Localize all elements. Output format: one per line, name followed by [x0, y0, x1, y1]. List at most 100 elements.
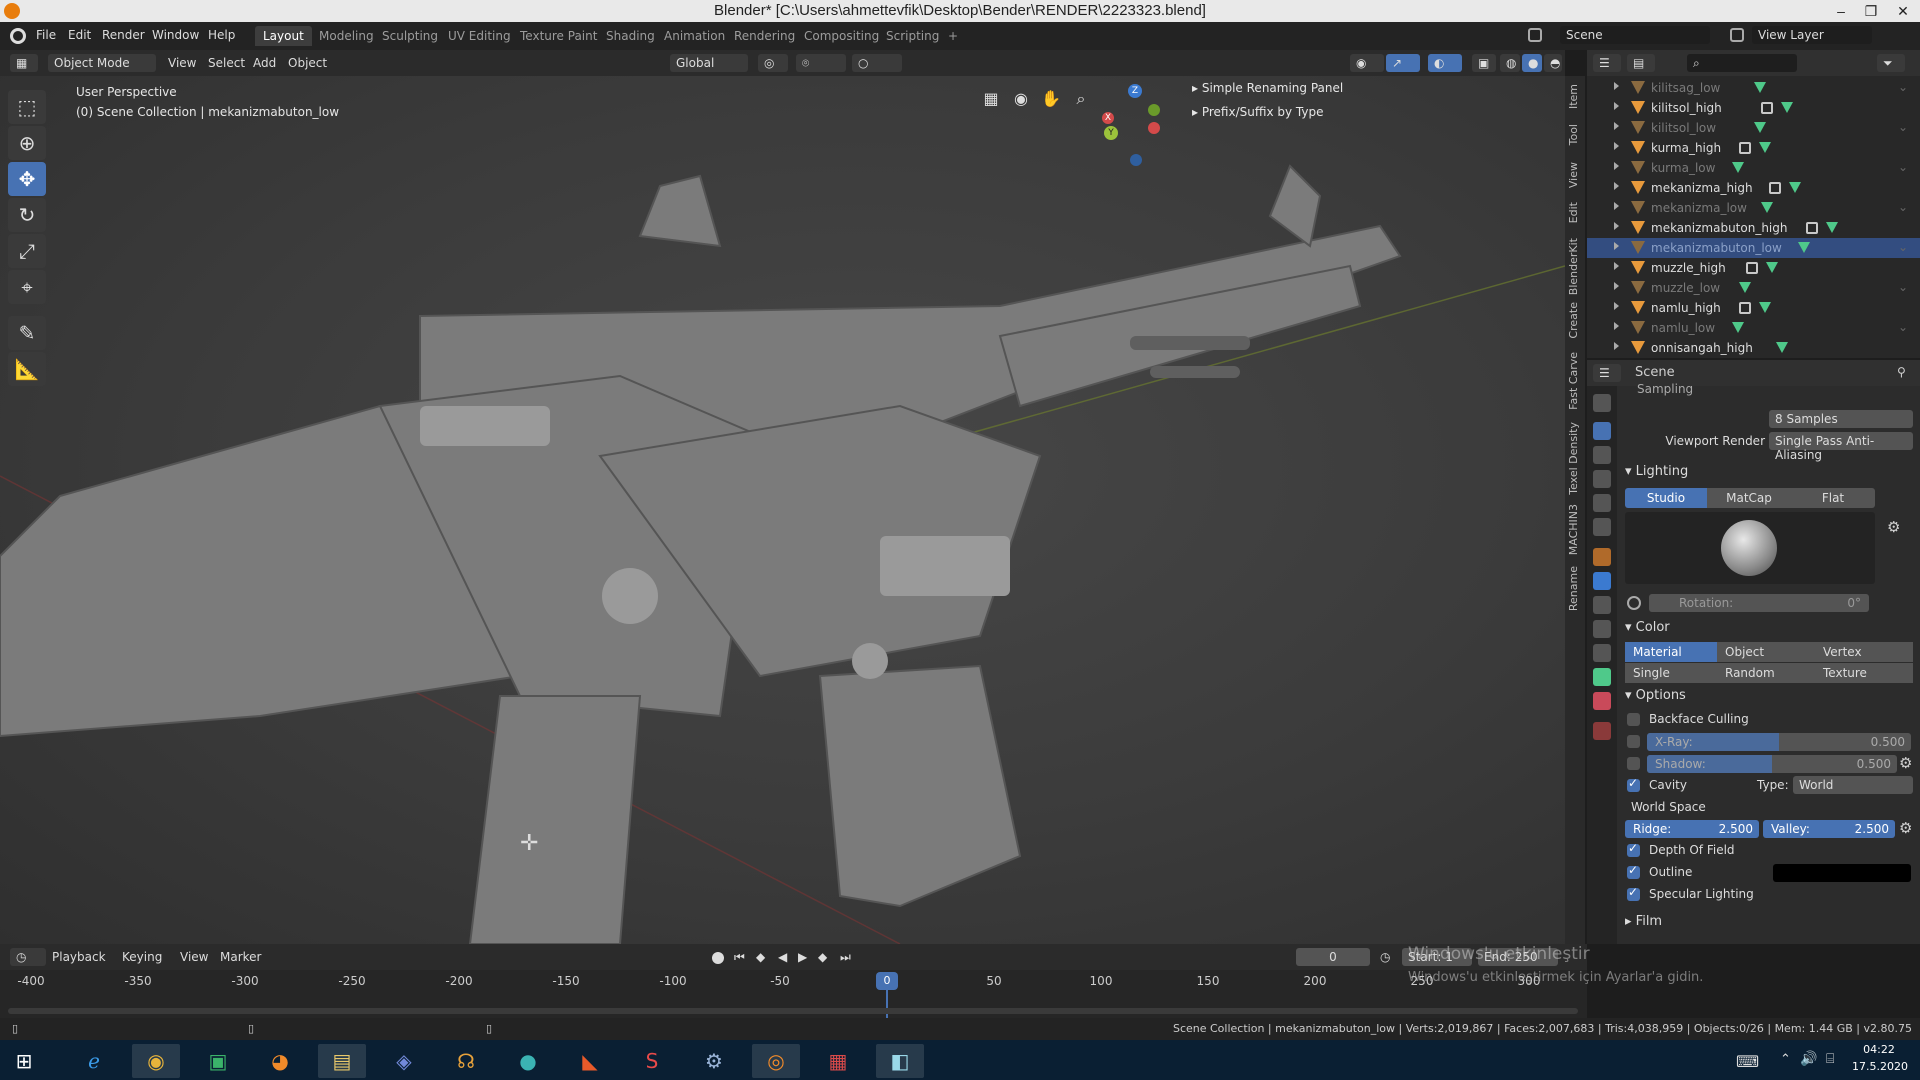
lighting-section[interactable]: ▾ Lighting	[1625, 464, 1688, 479]
specular-lighting-checkbox[interactable]	[1627, 885, 1640, 901]
gizmo-z-axis[interactable]: Z	[1128, 84, 1142, 98]
object-mode-dropdown[interactable]: Object Mode	[48, 54, 156, 72]
depth-of-field-checkbox[interactable]	[1627, 841, 1640, 857]
viewport-menu-add[interactable]: Add	[253, 56, 276, 70]
expand-triangle-icon[interactable]	[1614, 282, 1619, 290]
outliner-editor-type-icon[interactable]: ☰	[1593, 54, 1621, 72]
solid-shading-icon[interactable]: ●	[1522, 54, 1542, 72]
timeline-editor-type-icon[interactable]: ◷	[10, 948, 46, 966]
mesh-data-icon[interactable]	[1753, 122, 1766, 133]
steam-icon[interactable]: ⚙	[690, 1044, 738, 1078]
outliner-item[interactable]: namlu_low ⌄	[1587, 318, 1920, 338]
side-tab-view[interactable]: View	[1567, 162, 1583, 188]
menu-file[interactable]: File	[36, 28, 56, 42]
menu-edit[interactable]: Edit	[68, 28, 91, 42]
world-props-tab-icon[interactable]	[1593, 518, 1611, 536]
lighting-matcap-button[interactable]: MatCap	[1707, 488, 1791, 508]
expand-triangle-icon[interactable]	[1614, 142, 1619, 150]
prefix-suffix-panel[interactable]: ▸ Prefix/Suffix by Type	[1192, 105, 1323, 119]
hidden-eye-icon[interactable]: ⌄	[1898, 200, 1908, 214]
outliner-search-input[interactable]: ⌕	[1687, 54, 1797, 72]
blender-menu-icon[interactable]	[10, 28, 26, 44]
bookmark-app-icon[interactable]: ◣	[566, 1044, 614, 1078]
simple-renaming-panel[interactable]: ▸ Simple Renaming Panel	[1192, 81, 1343, 95]
timeline-menu-keying[interactable]: Keying	[122, 950, 162, 964]
mesh-data-icon[interactable]	[1766, 262, 1779, 273]
tab-rendering[interactable]: Rendering	[726, 26, 803, 46]
close-button[interactable]: ✕	[1888, 0, 1918, 22]
side-tab-texel-density[interactable]: Texel Density	[1567, 422, 1583, 495]
rotate-tool[interactable]: ↻	[8, 198, 46, 232]
side-tab-blenderkit[interactable]: BlenderKit	[1567, 238, 1583, 295]
menu-help[interactable]: Help	[208, 28, 235, 42]
annotate-tool[interactable]: ✎	[8, 316, 46, 350]
3d-viewport[interactable]: User Perspective (0) Scene Collection | …	[0, 76, 1565, 944]
substance-app-icon[interactable]: S	[628, 1044, 676, 1078]
expand-triangle-icon[interactable]	[1614, 242, 1619, 250]
outliner-item[interactable]: kurma_low ⌄	[1587, 158, 1920, 178]
output-props-tab-icon[interactable]	[1593, 446, 1611, 464]
modifier-icon[interactable]	[1768, 182, 1781, 194]
gizmo-neg-y-axis[interactable]	[1148, 104, 1160, 116]
xray-checkbox[interactable]	[1627, 735, 1640, 748]
hidden-eye-icon[interactable]: ⌄	[1898, 280, 1908, 294]
particles-props-tab-icon[interactable]	[1593, 596, 1611, 614]
hidden-eye-icon[interactable]: ⌄	[1898, 160, 1908, 174]
timeline-menu-marker[interactable]: Marker	[220, 950, 261, 964]
play-button[interactable]: ▶	[798, 950, 807, 964]
start-button-icon[interactable]: ⊞	[0, 1044, 48, 1078]
firefox-icon[interactable]: ◕	[256, 1044, 304, 1078]
view-layer-field[interactable]: View Layer	[1752, 26, 1872, 44]
gizmo-neg-z-axis[interactable]	[1130, 154, 1142, 166]
lighting-studio-button[interactable]: Studio	[1625, 488, 1707, 508]
shadow-slider[interactable]: Shadow: 0.500	[1647, 755, 1897, 773]
viewport-menu-view[interactable]: View	[168, 56, 196, 70]
side-tab-item[interactable]: Item	[1567, 84, 1583, 109]
expand-triangle-icon[interactable]	[1614, 342, 1619, 350]
view-layer-icon[interactable]	[1730, 28, 1744, 42]
notes-app-icon[interactable]: ◧	[876, 1044, 924, 1078]
network-icon[interactable]: ⌸	[1826, 1051, 1834, 1067]
outliner-item[interactable]: kilitsol_low ⌄	[1587, 118, 1920, 138]
expand-triangle-icon[interactable]	[1614, 82, 1619, 90]
material-props-tab-icon[interactable]	[1593, 692, 1611, 710]
cavity-type-dropdown[interactable]: World	[1793, 776, 1913, 794]
camera-view-icon[interactable]: ◉	[1008, 86, 1034, 112]
transform-orientation-dropdown[interactable]: Global	[670, 54, 748, 72]
proportional-editing-icon[interactable]: ○	[852, 54, 902, 72]
menu-render[interactable]: Render	[102, 28, 145, 42]
mesh-data-icon[interactable]	[1731, 322, 1744, 333]
side-tab-create[interactable]: Create	[1567, 302, 1583, 339]
outliner-item[interactable]: mekanizmabuton_high	[1587, 218, 1920, 238]
valley-field[interactable]: Valley: 2.500	[1763, 820, 1895, 838]
headphones-app-icon[interactable]: ☊	[442, 1044, 490, 1078]
discord-icon[interactable]: ◈	[380, 1044, 428, 1078]
properties-editor-type-icon[interactable]: ☰	[1593, 364, 1621, 382]
teal-app-icon[interactable]: ●	[504, 1044, 552, 1078]
mesh-data-icon[interactable]	[1825, 222, 1838, 233]
outliner-item[interactable]: kurma_high	[1587, 138, 1920, 158]
internet-explorer-icon[interactable]: ℯ	[70, 1044, 118, 1078]
outline-color-swatch[interactable]	[1773, 864, 1911, 882]
tool-props-tab-icon[interactable]	[1593, 394, 1611, 412]
jump-start-button[interactable]: ⏮	[734, 950, 745, 965]
ridge-field[interactable]: Ridge: 2.500	[1625, 820, 1759, 838]
outliner-item[interactable]: onnisangah_high	[1587, 338, 1920, 358]
mesh-data-icon[interactable]	[1761, 202, 1774, 213]
outliner-item[interactable]: mekanizmabuton_low ⌄	[1587, 238, 1920, 258]
hidden-eye-icon[interactable]: ⌄	[1898, 240, 1908, 254]
wireframe-shading-icon[interactable]: ◍	[1500, 54, 1520, 72]
preview-range-icon[interactable]: ◷	[1380, 950, 1390, 964]
color-texture-button[interactable]: Texture	[1815, 663, 1913, 683]
outliner-item[interactable]: muzzle_high	[1587, 258, 1920, 278]
add-workspace-button[interactable]: +	[940, 26, 966, 46]
navigation-gizmo[interactable]: Z Y X	[1100, 84, 1160, 166]
tab-uv-editing[interactable]: UV Editing	[440, 26, 519, 46]
editor-type-button[interactable]: ▦	[10, 54, 38, 72]
cavity-settings-gear-icon[interactable]: ⚙	[1899, 819, 1912, 837]
mesh-data-icon[interactable]	[1739, 282, 1751, 293]
expand-triangle-icon[interactable]	[1614, 102, 1619, 110]
tab-compositing[interactable]: Compositing	[796, 26, 887, 46]
film-section[interactable]: ▸ Film	[1625, 914, 1662, 929]
world-space-lighting-icon[interactable]	[1627, 596, 1641, 610]
